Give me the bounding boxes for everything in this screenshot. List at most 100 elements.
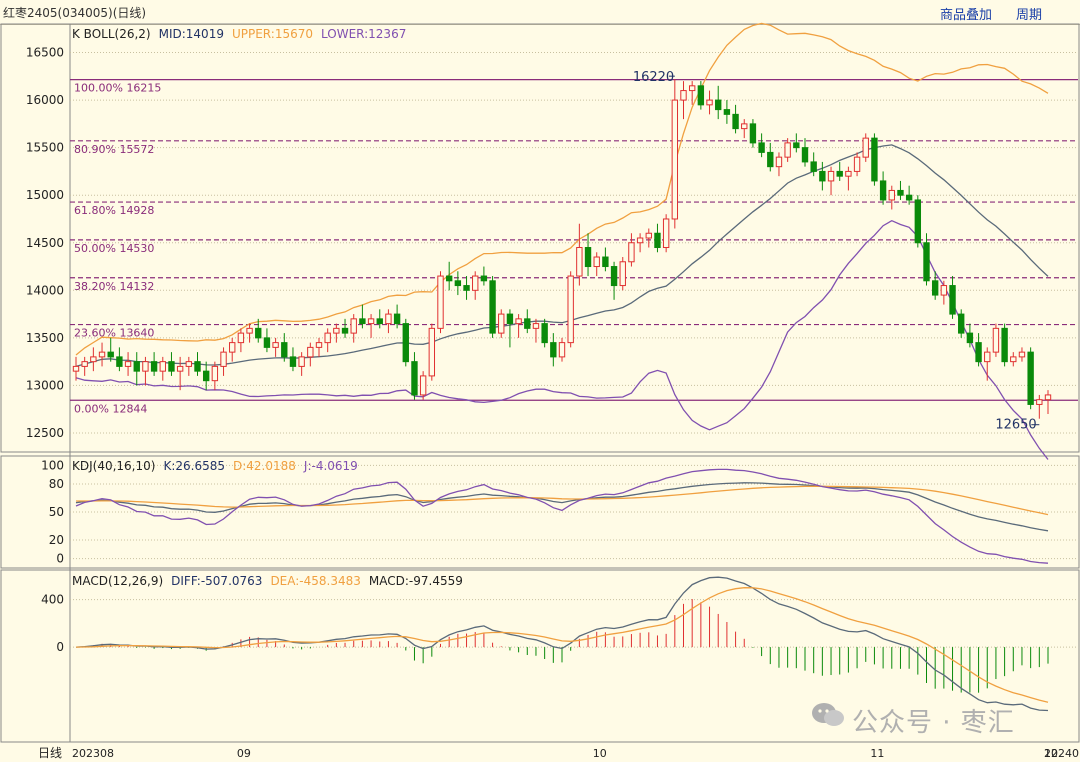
candle-body	[263, 337, 271, 348]
candle-body	[150, 361, 158, 372]
candle-body	[888, 189, 895, 201]
candle-body	[949, 285, 956, 315]
candle-body	[480, 275, 488, 282]
candle-body	[385, 313, 392, 325]
candle-body	[524, 318, 531, 329]
candle-body	[298, 356, 305, 367]
candle-body	[715, 99, 722, 111]
candle-body	[202, 370, 210, 382]
candle-body	[984, 351, 991, 363]
macd-header: MACD:-97.4559	[369, 574, 463, 588]
candle-body	[732, 113, 739, 130]
candle-body	[992, 327, 1000, 353]
candle-body	[419, 375, 427, 396]
candle-body	[229, 342, 236, 353]
price-tick-label: 16500	[26, 46, 64, 60]
macd-tick-label: 0	[56, 640, 64, 654]
candle-body	[411, 361, 418, 396]
candle-body	[567, 275, 574, 344]
boll-header: MID:14019	[159, 27, 224, 41]
macd-header: DIFF:-507.0763	[171, 574, 262, 588]
candle-body	[124, 361, 132, 367]
x-tick-label: 10	[593, 747, 607, 760]
candle-body	[706, 99, 713, 106]
candle-body	[541, 323, 548, 344]
candle-body	[662, 218, 670, 249]
candle-body	[246, 327, 253, 334]
candle-body	[472, 275, 479, 291]
candle-body	[645, 232, 652, 239]
candle-body	[749, 123, 757, 144]
candle-body	[437, 275, 444, 329]
macd-tick-label: 400	[41, 593, 64, 607]
kdj-header: D:42.0188	[233, 459, 296, 473]
candle-body	[923, 242, 930, 282]
candle-body	[185, 361, 193, 367]
candle-body	[619, 261, 626, 287]
candle-body	[576, 247, 583, 277]
candle-body	[307, 346, 314, 358]
price-tick-label: 13500	[26, 331, 64, 345]
fib-level-label: 61.80% 14928	[74, 204, 154, 217]
fib-level-label: 100.00% 16215	[74, 82, 161, 95]
candle-body	[1044, 394, 1052, 401]
candle-body	[402, 323, 409, 363]
candle-body	[281, 342, 288, 358]
fib-level-label: 38.20% 14132	[74, 280, 154, 293]
candle-body	[532, 323, 540, 329]
candle-body	[255, 327, 262, 339]
x-tick-label: 09	[237, 747, 251, 760]
chart-canvas: 12500 13000 13500 14000 14500 15000 15500 16000…	[0, 22, 1080, 760]
candle-body	[428, 327, 436, 377]
price-tick-label: 14000	[26, 283, 64, 297]
candle-body	[90, 356, 97, 363]
candle-body	[593, 256, 600, 268]
candle-body	[168, 361, 175, 372]
macd-diff-line	[75, 576, 1049, 712]
candle-body	[636, 237, 644, 244]
candle-body	[194, 361, 201, 372]
boll-header: K BOLL(26,2)	[72, 27, 151, 41]
candle-body	[758, 142, 765, 153]
boll-header: UPPER:15670	[232, 27, 313, 41]
price-tick-label: 12500	[26, 426, 64, 440]
kdj-header: KDJ(40,16,10)	[72, 459, 155, 473]
candle-body	[489, 280, 496, 334]
candle-body	[1001, 327, 1008, 363]
kdj-header: K:26.6585	[163, 459, 225, 473]
candle-body	[333, 327, 340, 334]
candle-body	[628, 242, 635, 263]
kdj-tick-label: 0	[56, 552, 64, 566]
candle-body	[367, 318, 375, 325]
boll-header: LOWER:12367	[321, 27, 406, 41]
candle-body	[767, 151, 774, 168]
price-tick-label: 13000	[26, 378, 64, 392]
candle-body	[966, 332, 974, 344]
candle-body	[98, 351, 106, 358]
candle-body	[72, 365, 80, 372]
kdj-tick-label: 100	[41, 458, 64, 472]
candle-body	[584, 247, 592, 268]
candle-body	[958, 313, 965, 334]
candle-body	[845, 170, 852, 177]
candle-body	[393, 313, 401, 325]
candle-body	[940, 285, 948, 296]
candle-body	[315, 342, 323, 348]
kdj-j-line	[75, 468, 1049, 564]
candle-body	[445, 275, 453, 282]
candle-body	[142, 361, 149, 372]
high-annotation: 16220	[633, 70, 674, 85]
boll-upper-line	[75, 22, 1049, 356]
candle-body	[775, 156, 783, 168]
low-annotation: 12650	[995, 418, 1036, 433]
candle-body	[159, 361, 166, 372]
candle-body	[879, 180, 887, 201]
candle-body	[1018, 351, 1026, 358]
boll-mid-line	[75, 144, 1049, 368]
candle-body	[836, 170, 843, 177]
fib-level-label: 0.00% 12844	[74, 402, 147, 415]
candle-body	[610, 266, 618, 287]
candle-body	[862, 137, 869, 158]
candle-body	[871, 137, 878, 182]
candle-body	[133, 361, 140, 372]
